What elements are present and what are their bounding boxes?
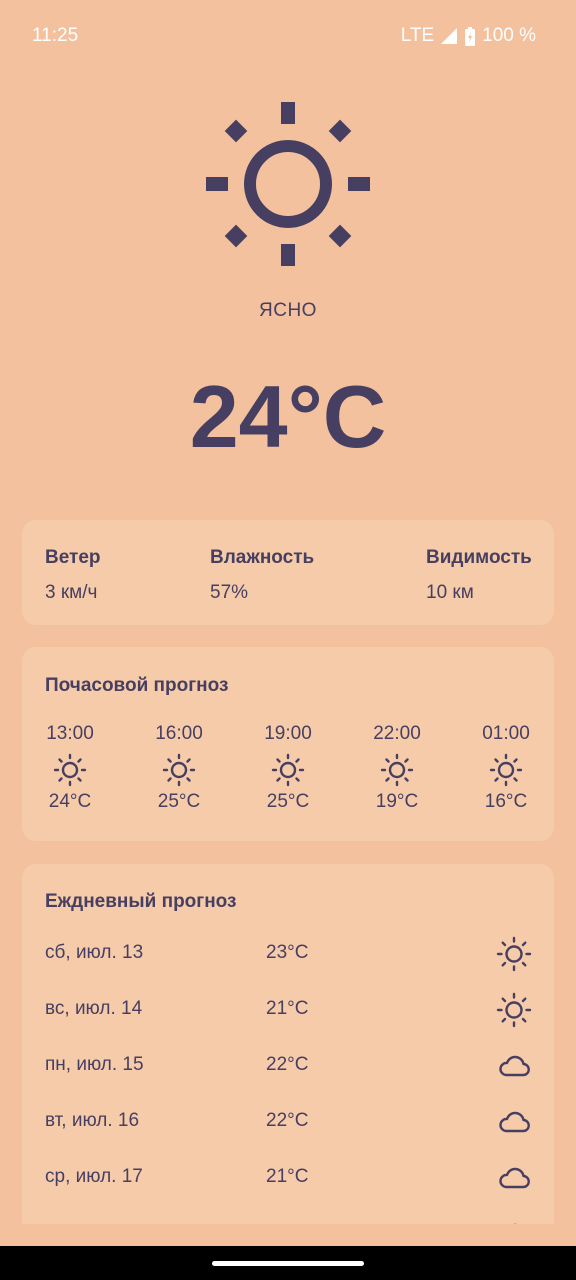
cloud-icon xyxy=(513,1223,517,1224)
humidity-stat: Влажность 57% xyxy=(210,547,314,604)
daily-row: вс, июл. 14 21°C xyxy=(22,982,554,1038)
visibility-stat: Видимость 10 км xyxy=(426,547,532,604)
sun-icon xyxy=(496,992,532,1028)
weather-condition: ЯСНО xyxy=(259,300,317,321)
status-time: 11:25 xyxy=(32,25,79,46)
visibility-value: 10 км xyxy=(426,582,474,603)
hour-temp: 19°C xyxy=(375,791,419,812)
current-temperature: 24°C xyxy=(189,367,387,466)
cloud-icon xyxy=(499,1055,530,1077)
wind-stat: Ветер 3 км/ч xyxy=(45,547,101,604)
sun-icon xyxy=(206,102,370,266)
humidity-label: Влажность xyxy=(210,547,315,568)
daily-forecast-card: Еждневный прогноз сб, июл. 13 23°C вс, и… xyxy=(22,864,554,1224)
home-gesture-handle[interactable] xyxy=(212,1261,364,1266)
sun-icon xyxy=(53,753,87,787)
day-temp: 23°C xyxy=(266,942,309,963)
day-date: сб, июл. 13 xyxy=(45,942,144,963)
network-label: LTE xyxy=(400,25,435,46)
hour-temp: 24°C xyxy=(48,791,92,812)
sun-icon xyxy=(162,753,196,787)
hourly-title: Почасовой прогноз xyxy=(45,675,229,696)
day-temp: 22°C xyxy=(266,1110,309,1131)
battery-icon xyxy=(465,26,476,46)
hourly-item: 16:00 25°C xyxy=(124,723,234,813)
day-date: пн, июл. 15 xyxy=(45,1054,144,1075)
hour-time: 19:00 xyxy=(264,723,312,744)
day-date: вт, июл. 16 xyxy=(45,1110,140,1131)
hour-temp: 25°C xyxy=(157,791,201,812)
status-indicators: LTE 100 % xyxy=(401,25,536,47)
visibility-label: Видимость xyxy=(426,547,532,568)
status-bar: 11:25 LTE 100 % xyxy=(0,0,576,72)
hour-time: 01:00 xyxy=(482,723,530,744)
daily-title: Еждневный прогноз xyxy=(45,891,237,912)
sun-icon xyxy=(380,753,414,787)
hour-time: 16:00 xyxy=(155,723,203,744)
hour-temp: 16°C xyxy=(484,791,528,812)
sun-icon xyxy=(271,753,305,787)
daily-row: ср, июл. 17 21°C xyxy=(22,1150,554,1206)
daily-row: сб, июл. 13 23°C xyxy=(22,926,554,982)
wind-value: 3 км/ч xyxy=(45,582,98,603)
daily-row: вт, июл. 16 22°C xyxy=(22,1094,554,1150)
hourly-item: 01:00 16°C xyxy=(451,723,561,813)
humidity-value: 57% xyxy=(210,582,249,603)
day-date: вс, июл. 14 xyxy=(45,998,143,1019)
daily-row: пн, июл. 15 22°C xyxy=(22,1038,554,1094)
sun-icon xyxy=(496,936,532,972)
hourly-forecast-card: Почасовой прогноз 13:00 24°C 16:00 25°C xyxy=(22,647,554,841)
sun-icon xyxy=(489,753,523,787)
hour-time: 22:00 xyxy=(373,723,421,744)
signal-icon xyxy=(441,28,458,44)
cloud-icon xyxy=(499,1167,530,1189)
navigation-bar xyxy=(0,1246,576,1280)
day-temp: 22°C xyxy=(266,1054,309,1075)
hourly-item: 19:00 25°C xyxy=(233,723,343,813)
hour-time: 13:00 xyxy=(46,723,94,744)
day-temp: 21°C xyxy=(266,998,309,1019)
hour-temp: 25°C xyxy=(266,791,310,812)
stats-card: Ветер 3 км/ч Влажность 57% Видимость 10 … xyxy=(22,520,554,625)
cloud-icon xyxy=(499,1111,530,1133)
day-date: ср, июл. 17 xyxy=(45,1166,143,1187)
hourly-item: 22:00 19°C xyxy=(342,723,452,813)
wind-label: Ветер xyxy=(45,547,101,568)
day-temp: 21°C xyxy=(266,1166,309,1187)
hourly-item: 13:00 24°C xyxy=(15,723,125,813)
battery-label: 100 % xyxy=(482,25,536,46)
